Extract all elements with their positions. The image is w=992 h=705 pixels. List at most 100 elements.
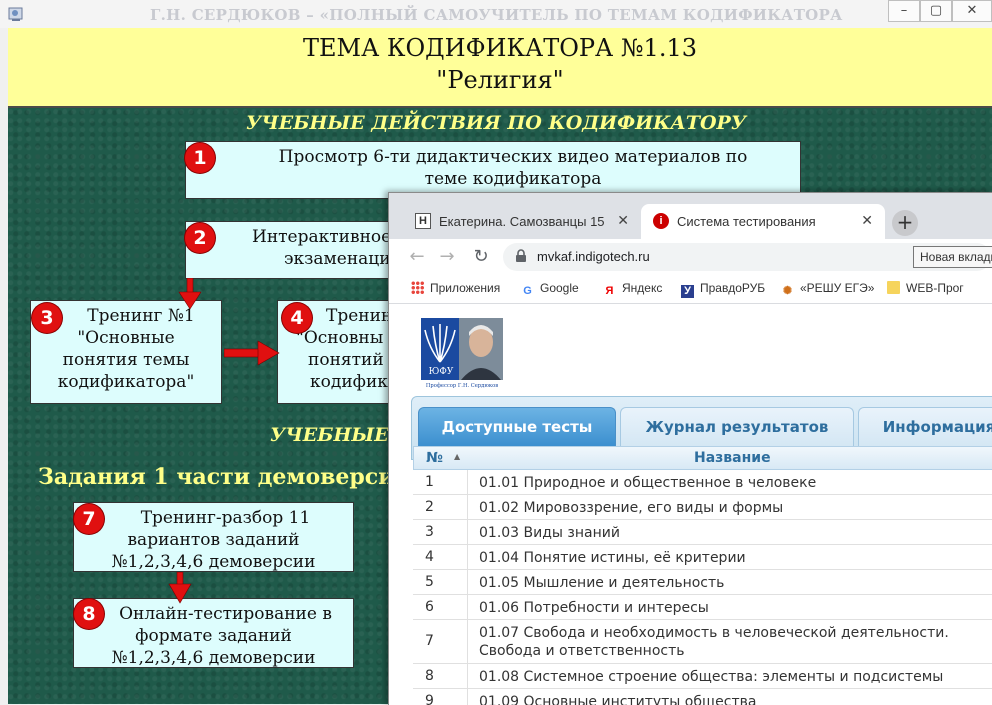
row-title: 01.08 Системное строение общества: элеме…	[479, 669, 944, 685]
row-number: 7	[425, 633, 434, 649]
tab-results-journal[interactable]: Журнал результатов	[620, 407, 854, 446]
bookmark-label: ПравдоРУБ	[700, 281, 766, 295]
row-title: 01.02 Мировоззрение, его виды и формы	[479, 500, 784, 516]
bookmark-reshu-ege[interactable]: ✺ «РЕШУ ЕГЭ»	[781, 281, 875, 298]
pravdorub-icon: У	[681, 285, 694, 298]
row-number: 2	[425, 499, 434, 515]
tooltip: Новая вкладка	[913, 246, 992, 268]
bookmark-label: «РЕШУ ЕГЭ»	[800, 281, 875, 295]
table-row[interactable]: 6 01.06 Потребности и интересы	[413, 595, 992, 620]
step-number-badge: 2	[185, 223, 215, 253]
box-line: формате заданий	[135, 626, 292, 646]
table-row[interactable]: 3 01.03 Виды знаний	[413, 520, 992, 545]
tab-favicon-icon: Н	[415, 213, 431, 229]
bookmark-google[interactable]: G Google	[521, 281, 579, 298]
row-number: 1	[425, 474, 434, 490]
row-number: 8	[425, 668, 434, 684]
bookmark-web-prog[interactable]: WEB-Прог	[887, 281, 964, 295]
close-button[interactable]: ✕	[952, 0, 992, 22]
slide-title: ТЕМА КОДИФИКАТОРА №1.13	[303, 34, 697, 62]
arrow-down-icon	[178, 278, 202, 310]
section-heading-demo-tasks: Задания 1 части демоверсии	[38, 464, 411, 490]
app-icon	[8, 7, 23, 21]
box-line: Интерактивное	[252, 227, 392, 247]
box-line: Тренинг-разбор 11	[140, 508, 311, 528]
box-line: вариантов заданий	[127, 530, 300, 550]
bookmark-apps[interactable]: Приложения	[411, 281, 500, 295]
table-row[interactable]: 8 01.08 Системное строение общества: элем…	[413, 664, 992, 689]
action-box-2[interactable]: Интерактивное экзаменацио	[185, 221, 415, 279]
row-title: 01.09 Основные институты общества	[479, 694, 757, 705]
page-content: ЮФУ Профессор Г.Н. Сердюков Доступные те…	[389, 304, 992, 705]
action-box-8[interactable]: Онлайн-тестирование в формате заданий №1…	[73, 598, 354, 668]
box-line: кодификатора"	[57, 372, 195, 392]
box-line: №1,2,3,4,6 демоверсии	[111, 552, 316, 572]
row-number: 6	[425, 599, 434, 615]
new-tab-button[interactable]: +	[892, 210, 918, 236]
row-title: 01.05 Мышление и деятельность	[479, 575, 725, 591]
column-header-title[interactable]: Название	[694, 450, 771, 466]
box-line: №1,2,3,4,6 демоверсии	[111, 648, 316, 668]
url-text: mvkaf.indigotech.ru	[537, 249, 650, 264]
slide-header: ТЕМА КОДИФИКАТОРА №1.13 "Религия"	[8, 28, 992, 108]
folder-icon	[887, 281, 900, 294]
back-arrow-icon[interactable]: ←	[405, 245, 429, 269]
table-row[interactable]: 5 01.05 Мышление и деятельность	[413, 570, 992, 595]
step-number-badge: 1	[185, 143, 215, 173]
apps-icon	[411, 281, 424, 294]
row-title: 01.07 Свобода и необходимость в человече…	[479, 625, 949, 659]
bookmark-yandex[interactable]: Я Яндекс	[603, 281, 663, 298]
tab-favicon-icon: i	[653, 213, 669, 229]
action-box-7[interactable]: Тренинг-разбор 11 вариантов заданий №1,2…	[73, 502, 354, 572]
table-row[interactable]: 4 01.04 Понятие истины, её критерии	[413, 545, 992, 570]
table-row[interactable]: 9 01.09 Основные институты общества	[413, 689, 992, 705]
close-tab-icon[interactable]: ✕	[861, 212, 873, 229]
title-bar: Г.Н. СЕРДЮКОВ – «ПОЛНЫЙ САМОУЧИТЕЛЬ ПО Т…	[0, 0, 992, 28]
bookmark-pravdorub[interactable]: У ПравдоРУБ	[681, 281, 765, 298]
column-header-number[interactable]: №	[426, 450, 443, 466]
reshu-ege-icon: ✺	[782, 285, 793, 297]
action-box-1[interactable]: Просмотр 6-ти дидактических видео матери…	[185, 141, 801, 199]
bookmark-label: Приложения	[430, 281, 501, 295]
tab-strip: Н Екатерина. Самозванцы 15 серия ✕ i Сис…	[389, 193, 992, 239]
row-number: 3	[425, 524, 434, 540]
row-number: 5	[425, 574, 434, 590]
step-number-badge: 7	[74, 504, 104, 534]
lock-icon	[516, 249, 526, 262]
logo-small-caption: Профессор Г.Н. Сердюков	[426, 382, 498, 389]
tab-available-tests[interactable]: Доступные тесты	[418, 407, 616, 446]
sort-ascending-icon[interactable]: ▲	[454, 452, 460, 461]
step-number-badge: 4	[282, 303, 312, 333]
step-number-badge: 3	[32, 303, 62, 333]
table-row[interactable]: 2 01.02 Мировоззрение, его виды и формы	[413, 495, 992, 520]
bookmark-label: Яндекс	[622, 281, 663, 295]
row-number: 4	[425, 549, 434, 565]
table-row[interactable]: 7 01.07 Свобода и необходимость в человеч…	[413, 620, 992, 664]
row-title: 01.06 Потребности и интересы	[479, 600, 709, 616]
bookmark-label: Google	[540, 281, 579, 295]
sfedu-logo: ЮФУ Профессор Г.Н. Сердюков	[421, 318, 503, 390]
browser-toolbar: ← → ↻ mvkaf.indigotech.ru	[389, 239, 992, 275]
box-line: понятия темы	[62, 350, 190, 370]
row-number: 9	[425, 693, 434, 705]
arrow-right-icon	[224, 340, 280, 366]
forward-arrow-icon[interactable]: →	[435, 245, 459, 269]
arrow-down-icon	[168, 572, 192, 604]
table-row[interactable]: 1 01.01 Природное и общественное в челове…	[413, 470, 992, 495]
tab-information[interactable]: Информация	[858, 407, 992, 446]
box-line: "Основные	[77, 328, 175, 348]
bookmark-label: WEB-Прог	[906, 281, 964, 295]
close-tab-icon[interactable]: ✕	[617, 212, 629, 229]
row-title: 01.01 Природное и общественное в человек…	[479, 475, 817, 491]
reload-icon[interactable]: ↻	[469, 245, 493, 269]
maximize-button[interactable]: ▢	[920, 0, 952, 22]
minimize-button[interactable]: –	[888, 0, 920, 22]
google-icon: G	[523, 285, 532, 297]
row-title: 01.04 Понятие истины, её критерии	[479, 550, 746, 566]
table-header: № ▲ Название	[413, 446, 992, 470]
browser-tab-video[interactable]: Н Екатерина. Самозванцы 15 серия ✕	[403, 204, 641, 239]
box-line: теме кодификатора	[424, 169, 602, 189]
box-line: Онлайн-тестирование в	[119, 604, 332, 624]
window-title: Г.Н. СЕРДЮКОВ – «ПОЛНЫЙ САМОУЧИТЕЛЬ ПО Т…	[150, 6, 843, 24]
browser-tab-testing[interactable]: i Система тестирования ✕	[641, 204, 885, 239]
